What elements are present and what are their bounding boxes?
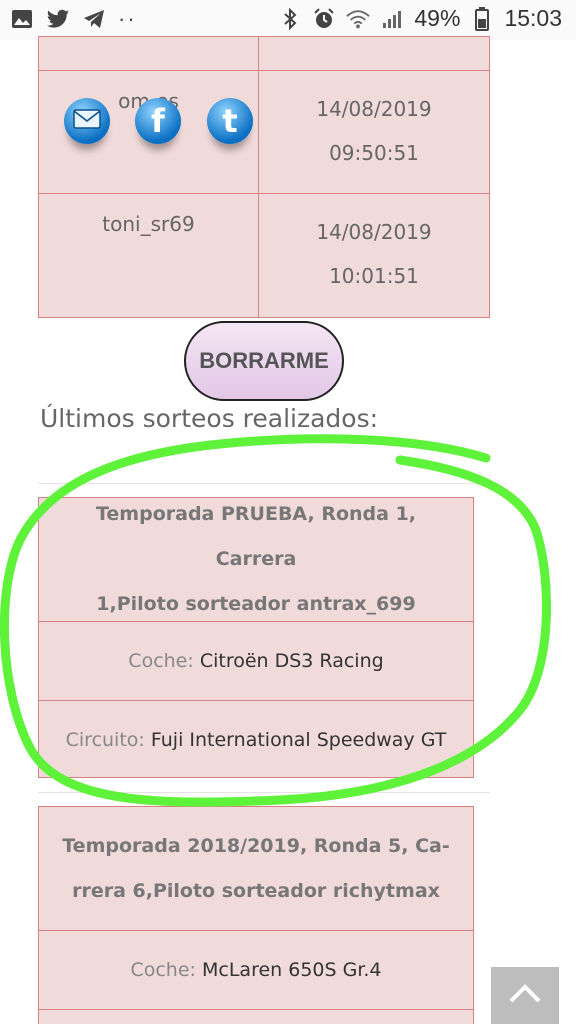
draw-title-line: 1,Piloto sorteador antrax_699	[96, 593, 416, 615]
battery-icon	[470, 6, 494, 31]
car-value: Citroën DS3 Racing	[199, 650, 384, 672]
battery-percent: 49%	[414, 5, 461, 31]
twitter-notification-icon	[46, 7, 70, 31]
draw-time: 09:50:51	[329, 141, 419, 165]
car-label: Coche:	[130, 959, 196, 981]
borrarme-button[interactable]: BORRARME	[184, 321, 344, 401]
gallery-notification-icon	[10, 7, 34, 31]
scroll-to-top-button[interactable]	[491, 967, 559, 1024]
draw-date: 14/08/2019	[316, 97, 432, 121]
status-bar: ·· 49% 15:03	[0, 0, 576, 40]
table-cell-date	[258, 36, 490, 71]
signal-icon	[380, 7, 404, 31]
draw-card: Temporada PRUEBA, Ronda 1, Carrera 1,Pil…	[38, 497, 474, 778]
table-cell-date: 14/08/2019 10:01:51	[258, 193, 490, 318]
divider	[38, 792, 490, 793]
table-cell-user	[38, 36, 259, 71]
draw-title-line: Temporada 2018/2019, Ronda 5, Ca-	[62, 834, 450, 857]
draw-card-title: Temporada PRUEBA, Ronda 1, Carrera 1,Pil…	[39, 498, 473, 622]
divider	[38, 483, 490, 484]
twitter-share-button[interactable]: t	[207, 98, 253, 144]
twitter-icon: t	[222, 102, 238, 140]
status-bar-right: 49% 15:03	[278, 5, 562, 32]
draw-title-line: Temporada PRUEBA, Ronda 1, Carrera	[95, 503, 417, 570]
more-notifications-dots: ··	[118, 6, 137, 31]
draw-card-car: Coche: McLaren 650S Gr.4	[39, 931, 473, 1010]
facebook-share-button[interactable]: f	[135, 98, 181, 144]
car-value: McLaren 650S Gr.4	[202, 959, 382, 981]
email-icon	[73, 108, 101, 134]
draw-time: 10:01:51	[329, 264, 419, 288]
draw-card: Temporada 2018/2019, Ronda 5, Ca- rrera …	[38, 806, 474, 1024]
draw-date: 14/08/2019	[316, 220, 432, 244]
wifi-icon	[346, 7, 371, 31]
telegram-notification-icon	[82, 7, 106, 31]
table-cell-date: 14/08/2019 09:50:51	[258, 70, 490, 194]
section-title: Últimos sorteos realizados:	[40, 404, 379, 433]
draw-title-line: rrera 6,Piloto sorteador richytmax	[72, 879, 440, 902]
circuit-value: Fuji International Speedway GT	[150, 728, 447, 751]
chevron-up-icon	[508, 982, 542, 1009]
table-cell-user-text: toni_sr69	[102, 212, 195, 236]
draw-card-circuit	[39, 1010, 473, 1024]
draw-card-car: Coche: Citroën DS3 Racing	[39, 622, 473, 701]
draw-card-title: Temporada 2018/2019, Ronda 5, Ca- rrera …	[39, 807, 473, 931]
bluetooth-icon	[278, 7, 302, 31]
draw-card-circuit: Circuito: Fuji International Speedway GT	[39, 701, 473, 778]
alarm-icon	[312, 7, 336, 31]
status-bar-left: ··	[10, 6, 137, 32]
clock-time: 15:03	[504, 5, 562, 31]
car-label: Coche:	[128, 650, 194, 672]
email-share-button[interactable]	[64, 98, 110, 144]
circuit-label: Circuito:	[65, 728, 145, 751]
facebook-icon: f	[151, 102, 165, 140]
table-cell-user: toni_sr69	[38, 193, 259, 318]
